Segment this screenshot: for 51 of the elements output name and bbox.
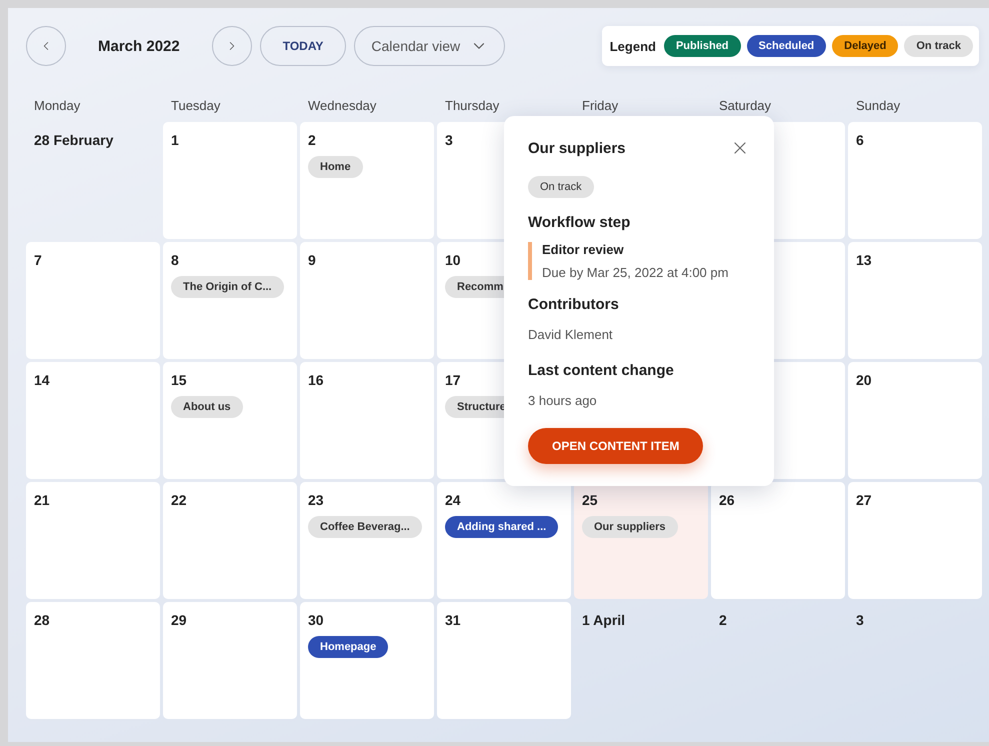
- day-number: 15: [171, 372, 187, 388]
- section-heading: Last content change: [528, 362, 674, 379]
- weekday-label: Thursday: [444, 97, 500, 115]
- popover-title: Our suppliers: [528, 140, 626, 156]
- weekday-label: Monday: [33, 97, 80, 115]
- status-tag: Delayed: [832, 35, 898, 57]
- day-number: 3: [445, 132, 453, 148]
- day-number: 7: [34, 252, 42, 268]
- day-number: 2: [719, 612, 727, 628]
- day-number: 1: [171, 132, 179, 148]
- legend-label: Legend: [610, 38, 656, 54]
- day-number: 29: [171, 612, 187, 628]
- day-number: 1 April: [582, 612, 626, 628]
- day-number: 30: [308, 612, 324, 628]
- contributor-name: David Klement: [528, 327, 613, 342]
- day-number: 25: [582, 492, 598, 508]
- day-number: 28 February: [34, 132, 114, 148]
- day-number: 21: [34, 492, 50, 508]
- day-number: 3: [856, 612, 864, 628]
- month-title: March 2022: [98, 38, 180, 54]
- day-number: 10: [445, 252, 461, 268]
- step-name: Editor review: [542, 242, 625, 257]
- day-number: 27: [856, 492, 872, 508]
- status-tag: On track: [904, 35, 973, 57]
- day-number: 17: [445, 372, 461, 388]
- day-number: 24: [445, 492, 461, 508]
- day-number: 28: [34, 612, 50, 628]
- day-number: 22: [171, 492, 187, 508]
- status-tag: Scheduled: [746, 35, 826, 57]
- day-number: 23: [308, 492, 324, 508]
- day-number: 31: [445, 612, 461, 628]
- day-number: 6: [856, 132, 864, 148]
- section-heading: Contributors: [528, 296, 619, 313]
- status-tag: Published: [664, 35, 741, 57]
- day-number: 14: [34, 372, 50, 388]
- day-number: 9: [308, 252, 316, 268]
- day-number: 26: [719, 492, 735, 508]
- day-number: 16: [308, 372, 324, 388]
- day-number: 2: [308, 132, 316, 148]
- day-number: 20: [856, 372, 872, 388]
- weekday-label: Saturday: [718, 97, 772, 115]
- change-time: 3 hours ago: [528, 393, 597, 408]
- weekday-label: Sunday: [855, 97, 900, 115]
- weekday-label: Tuesday: [170, 97, 220, 115]
- weekday-label: Friday: [581, 97, 618, 115]
- status-tag: On track: [528, 176, 594, 198]
- day-number: 8: [171, 252, 179, 268]
- day-number: 13: [856, 252, 872, 268]
- section-heading: Workflow step: [528, 214, 630, 231]
- due-date: Due by Mar 25, 2022 at 4:00 pm: [542, 265, 728, 280]
- weekday-label: Wednesday: [307, 97, 376, 115]
